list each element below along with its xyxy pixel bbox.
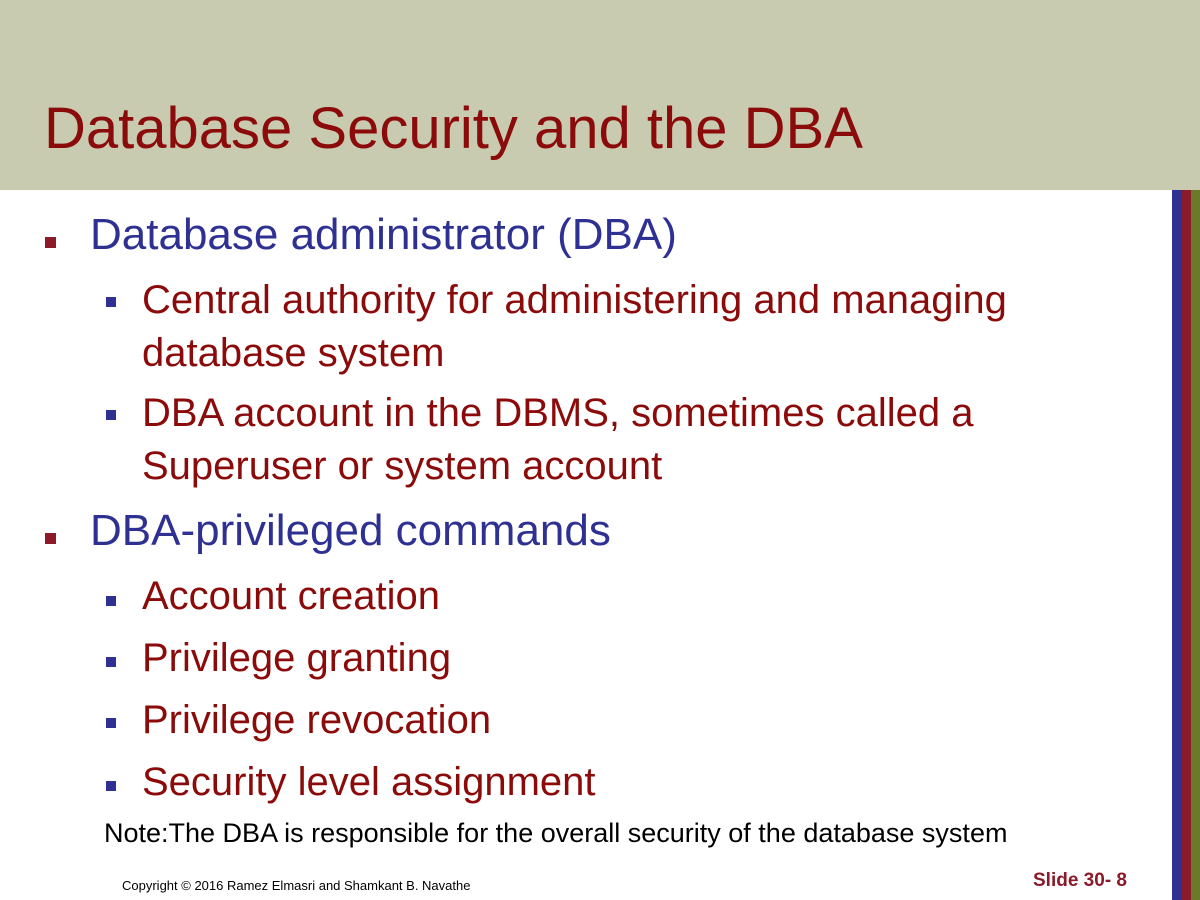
bullet-item: DBA-privileged commands bbox=[90, 506, 611, 555]
sub-bullet-square-icon bbox=[106, 781, 116, 791]
note-text: Note:The DBA is responsible for the over… bbox=[104, 818, 1008, 848]
sub-bullet-square-icon bbox=[106, 596, 116, 606]
sub-bullet-item: Privilege revocation bbox=[142, 698, 492, 742]
slide-title: Database Security and the DBA bbox=[44, 96, 863, 161]
sub-bullet-square-icon bbox=[106, 297, 116, 307]
bullet-square-icon bbox=[45, 237, 56, 248]
sub-bullet-item: Security level assignment bbox=[142, 760, 596, 804]
maroon-stripe bbox=[1182, 190, 1191, 900]
sub-bullet-square-icon bbox=[106, 718, 116, 728]
sub-bullet-item: DBA account in the DBMS, sometimes calle… bbox=[142, 387, 973, 493]
blue-stripe bbox=[1172, 190, 1182, 900]
sub-bullet-line: DBA account in the DBMS, sometimes calle… bbox=[142, 391, 974, 435]
bullet-item: Database administrator (DBA) bbox=[90, 210, 677, 259]
sub-bullet-item: Account creation bbox=[142, 574, 440, 618]
copyright-text: Copyright © 2016 Ramez Elmasri and Shamk… bbox=[122, 878, 471, 893]
olive-stripe bbox=[1191, 190, 1200, 900]
bullet-square-icon bbox=[45, 533, 56, 544]
sub-bullet-item: Central authority for administering and … bbox=[142, 274, 1007, 380]
sub-bullet-square-icon bbox=[106, 410, 116, 420]
sub-bullet-line: Superuser or system account bbox=[142, 444, 663, 488]
decorative-stripes bbox=[1172, 190, 1200, 900]
sub-bullet-square-icon bbox=[106, 657, 116, 667]
sub-bullet-line: database system bbox=[142, 331, 445, 375]
title-bar: Database Security and the DBA bbox=[0, 0, 1200, 190]
slide-number: Slide 30- 8 bbox=[1033, 870, 1127, 891]
sub-bullet-line: Central authority for administering and … bbox=[142, 278, 1007, 322]
sub-bullet-item: Privilege granting bbox=[142, 636, 452, 680]
